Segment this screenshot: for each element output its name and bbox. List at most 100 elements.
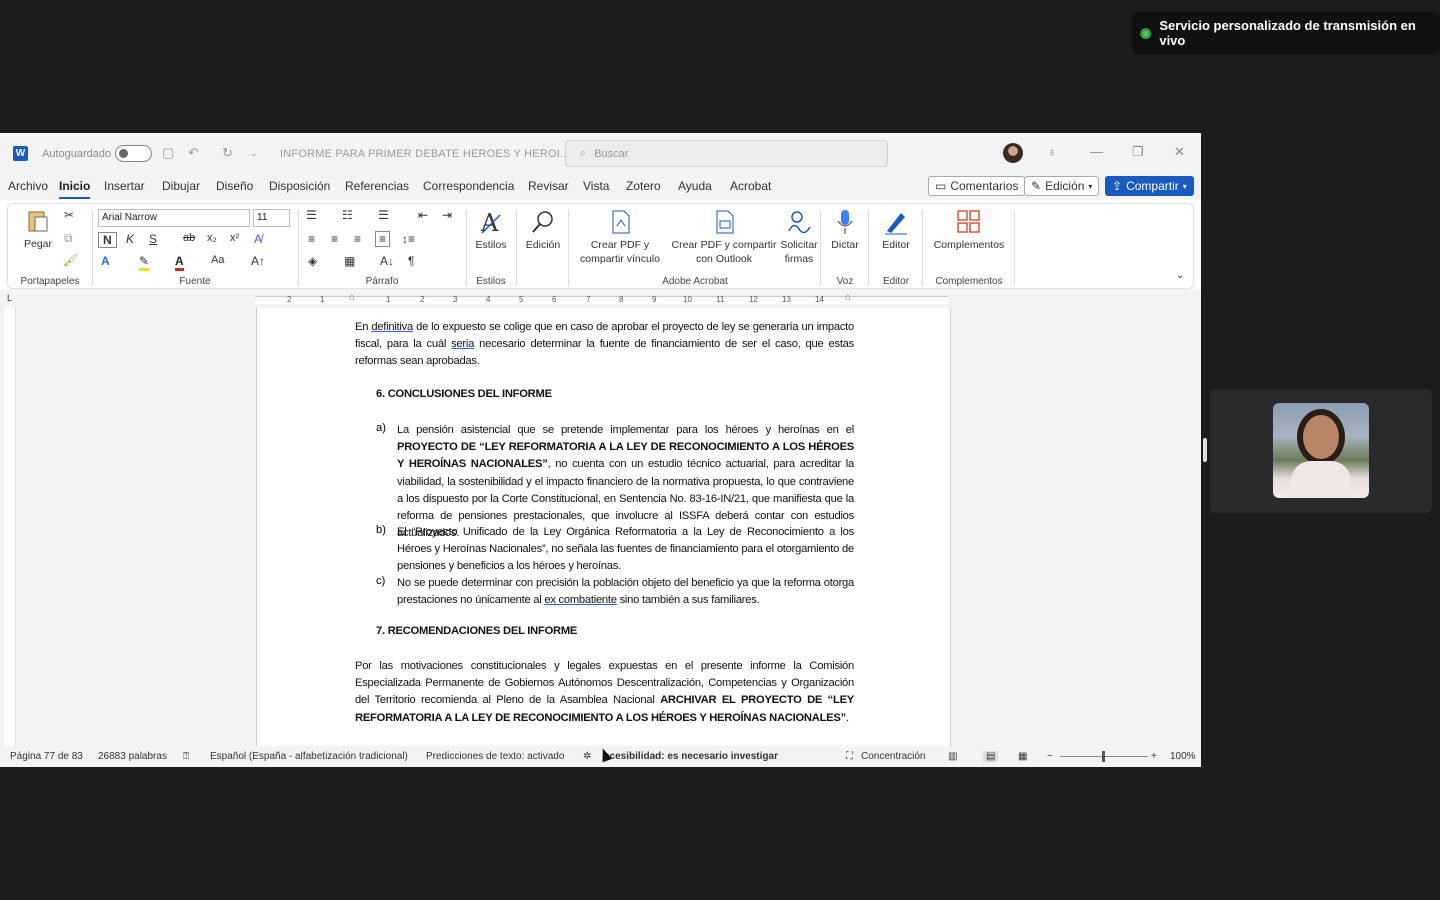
minimize-icon[interactable]: —	[1090, 144, 1103, 159]
read-mode-icon[interactable]: ▥	[948, 751, 957, 762]
lightbulb-icon[interactable]: ♁	[1047, 144, 1057, 159]
create-pdf-outlook-label: Crear PDF y compartir con Outlook	[671, 239, 777, 265]
spelling-flag[interactable]: ex combatiente	[544, 594, 617, 606]
increase-indent-icon[interactable]: ⇥	[442, 208, 452, 222]
strikethrough-button[interactable]: ab	[183, 232, 195, 244]
tab-archivo[interactable]: Archivo	[8, 179, 48, 193]
clear-format-icon[interactable]: A̸	[254, 232, 262, 246]
decrease-indent-icon[interactable]: ⇤	[418, 208, 428, 222]
resize-handle[interactable]	[1203, 438, 1207, 462]
tab-referencias[interactable]: Referencias	[345, 179, 409, 193]
align-center-icon[interactable]: ≡	[331, 232, 338, 246]
font-name-select[interactable]: Arial Narrow	[98, 209, 250, 227]
underline-button[interactable]: S	[149, 232, 157, 246]
document-title[interactable]: INFORME PARA PRIMER DEBATE HEROES Y HERO…	[280, 148, 570, 160]
highlight-icon[interactable]: ✎	[139, 254, 150, 271]
comments-button[interactable]: ▭ Comentarios	[928, 176, 1026, 196]
create-pdf-button[interactable]: Crear PDF y compartir vínculo	[572, 209, 668, 266]
language-status[interactable]: Español (España - alfabetización tradici…	[210, 751, 408, 762]
dictate-button[interactable]: Dictar	[824, 209, 866, 252]
share-button[interactable]: ⇪ Compartir ▾	[1105, 176, 1194, 196]
word-count[interactable]: 26883 palabras	[98, 751, 167, 762]
tab-diseno[interactable]: Diseño	[216, 179, 253, 193]
right-indent-marker-icon[interactable]: ⌂	[845, 292, 851, 303]
font-size-select[interactable]: 11	[253, 209, 290, 227]
tab-correspondencia[interactable]: Correspondencia	[423, 179, 514, 193]
editing-mode-button[interactable]: ✎ Edición ▾	[1024, 176, 1100, 196]
subscript-button[interactable]: x₂	[207, 232, 217, 244]
accessibility-icon[interactable]: ✲	[583, 751, 591, 762]
tab-vista[interactable]: Vista	[583, 179, 609, 193]
editing-group: Edición	[518, 204, 568, 290]
zoom-in-icon[interactable]: +	[1151, 751, 1157, 762]
proofing-icon[interactable]: ⍰	[183, 751, 189, 762]
zoom-level[interactable]: 100%	[1170, 751, 1196, 762]
undo-icon[interactable]: ↶	[188, 145, 199, 161]
editor-button[interactable]: Editor	[874, 209, 918, 252]
font-color-icon[interactable]: A	[175, 254, 184, 271]
addins-button[interactable]: Complementos	[928, 209, 1010, 252]
spelling-flag[interactable]: definitiva	[371, 321, 413, 333]
web-layout-icon[interactable]: ▦	[1018, 751, 1027, 762]
ruler-number: 3	[453, 295, 458, 304]
redo-icon[interactable]: ↻	[222, 145, 233, 161]
focus-mode-button[interactable]: Concentración	[861, 751, 925, 762]
tab-revisar[interactable]: Revisar	[528, 179, 569, 193]
tab-selector-icon[interactable]: L	[7, 293, 12, 303]
numbering-icon[interactable]: ☷	[342, 208, 353, 222]
focus-icon[interactable]: ⛶	[846, 751, 853, 762]
close-icon[interactable]: ✕	[1174, 144, 1185, 160]
search-box[interactable]: ⌕ Buscar	[565, 140, 888, 167]
customize-toolbar-icon[interactable]: ⌄	[250, 148, 258, 159]
zoom-out-icon[interactable]: −	[1047, 751, 1053, 762]
italic-button[interactable]: K	[126, 232, 134, 246]
restore-icon[interactable]: ❐	[1132, 144, 1144, 160]
align-right-icon[interactable]: ≡	[354, 232, 361, 246]
sort-icon[interactable]: A↓	[380, 254, 394, 268]
align-left-icon[interactable]: ≡	[308, 232, 315, 246]
tab-zotero[interactable]: Zotero	[626, 179, 661, 193]
bold-button[interactable]: N	[98, 232, 117, 248]
document-page[interactable]: En definitiva de lo expuesto se colige q…	[256, 308, 951, 746]
request-signatures-button[interactable]: Solicitar firmas	[776, 209, 822, 266]
styles-button[interactable]: A Estilos	[470, 209, 512, 252]
spelling-flag[interactable]: seria	[451, 338, 474, 350]
collapse-ribbon-icon[interactable]: ⌄	[1176, 270, 1184, 281]
indent-marker-icon[interactable]: ⌂	[349, 292, 355, 303]
change-case-button[interactable]: Aa	[211, 254, 224, 266]
grow-font-icon[interactable]: A↑	[251, 254, 265, 268]
ribbon-separator	[516, 210, 517, 286]
document-canvas[interactable]: En definitiva de lo expuesto se colige q…	[0, 308, 1201, 746]
paragraph-recommendation[interactable]: Por las motivaciones constitucionales y …	[355, 658, 854, 727]
multilevel-list-icon[interactable]: ☰	[378, 208, 389, 222]
superscript-button[interactable]: x²	[230, 232, 239, 244]
addins-grid-icon	[957, 210, 980, 233]
line-spacing-icon[interactable]: ↕≡	[402, 232, 415, 246]
bullets-icon[interactable]: ☰	[306, 208, 317, 222]
tab-insertar[interactable]: Insertar	[104, 179, 145, 193]
text-effects-icon[interactable]: A	[101, 254, 110, 268]
tab-disposicion[interactable]: Disposición	[269, 179, 330, 193]
paragraph-financing[interactable]: En definitiva de lo expuesto se colige q…	[355, 319, 854, 371]
tab-ayuda[interactable]: Ayuda	[678, 179, 712, 193]
tab-inicio[interactable]: Inicio	[59, 179, 91, 199]
save-icon[interactable]: ▢	[162, 145, 174, 161]
print-layout-icon[interactable]: ▤	[983, 751, 999, 762]
accessibility-status[interactable]: ccesibilidad: es necesario investigar	[604, 751, 778, 762]
zoom-slider-thumb[interactable]	[1102, 751, 1105, 762]
video-tile[interactable]	[1210, 389, 1432, 513]
page-count[interactable]: Página 77 de 83	[10, 751, 83, 762]
find-button[interactable]: Edición	[520, 209, 566, 252]
create-pdf-outlook-button[interactable]: Crear PDF y compartir con Outlook	[670, 209, 778, 266]
borders-icon[interactable]: ▦	[344, 254, 355, 268]
text-predictions-status[interactable]: Predicciones de texto: activado	[426, 751, 564, 762]
tab-dibujar[interactable]: Dibujar	[162, 179, 200, 193]
ruler-number: 11	[716, 295, 725, 304]
account-avatar[interactable]	[1003, 143, 1023, 163]
show-marks-icon[interactable]: ¶	[408, 254, 414, 268]
shading-icon[interactable]: ◈	[308, 254, 317, 268]
autosave-toggle[interactable]	[115, 145, 152, 162]
tab-acrobat[interactable]: Acrobat	[730, 179, 771, 193]
justify-icon[interactable]: ≡	[375, 231, 391, 247]
editing-group-label: Edición	[525, 239, 561, 251]
